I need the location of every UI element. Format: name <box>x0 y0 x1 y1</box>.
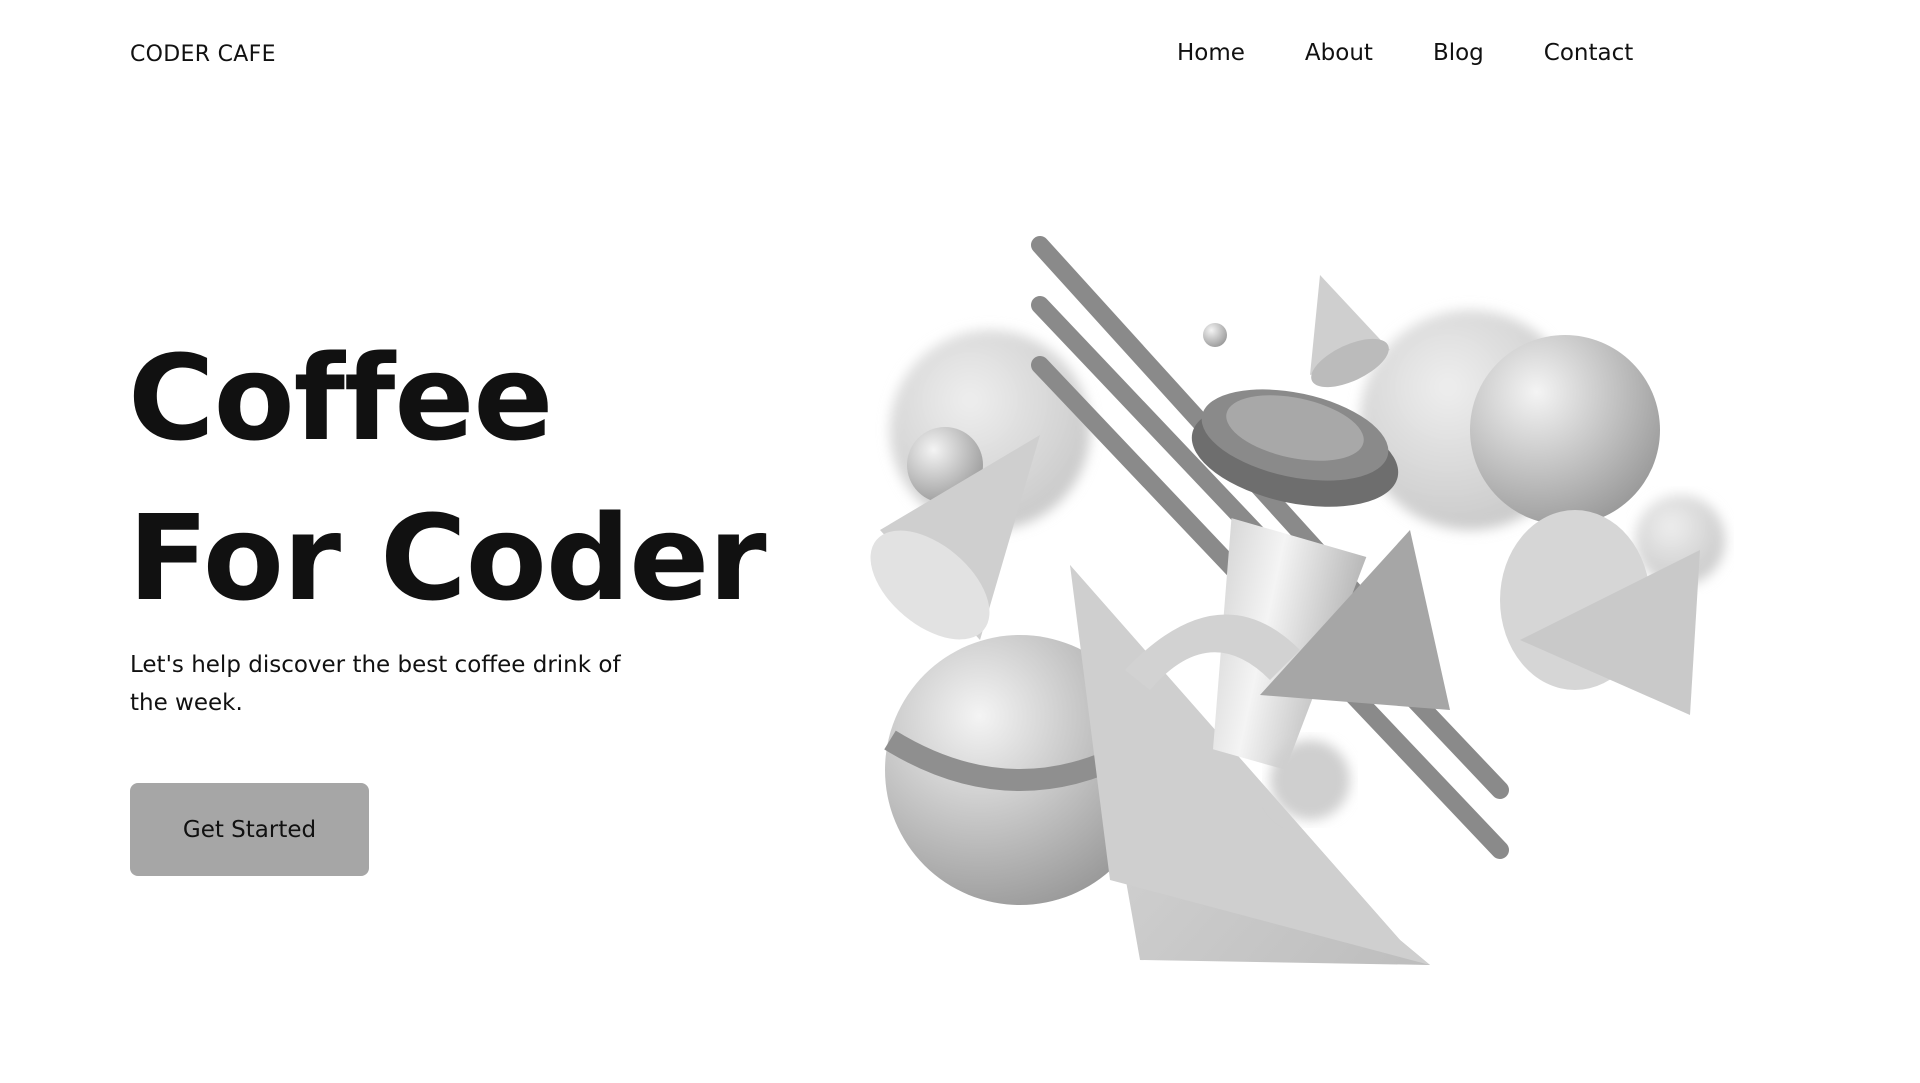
nav-blog[interactable]: Blog <box>1433 40 1484 66</box>
hero-title-line1: Coffee <box>128 329 553 467</box>
site-logo[interactable]: CODER CAFE <box>130 42 276 67</box>
nav-home[interactable]: Home <box>1177 40 1245 66</box>
striped-sphere <box>1470 335 1660 525</box>
hero-subtitle: Let's help discover the best coffee drin… <box>130 652 621 716</box>
nav-about[interactable]: About <box>1305 40 1373 66</box>
main-nav: Home About Blog Contact <box>1177 40 1693 66</box>
small-sphere <box>1203 323 1227 347</box>
hero-title: Coffee For Coder <box>128 318 767 638</box>
hero-title-line2: For Coder <box>128 489 767 627</box>
nav-contact[interactable]: Contact <box>1544 40 1633 66</box>
hero-illustration <box>870 236 1725 965</box>
get-started-button[interactable]: Get Started <box>130 783 369 876</box>
